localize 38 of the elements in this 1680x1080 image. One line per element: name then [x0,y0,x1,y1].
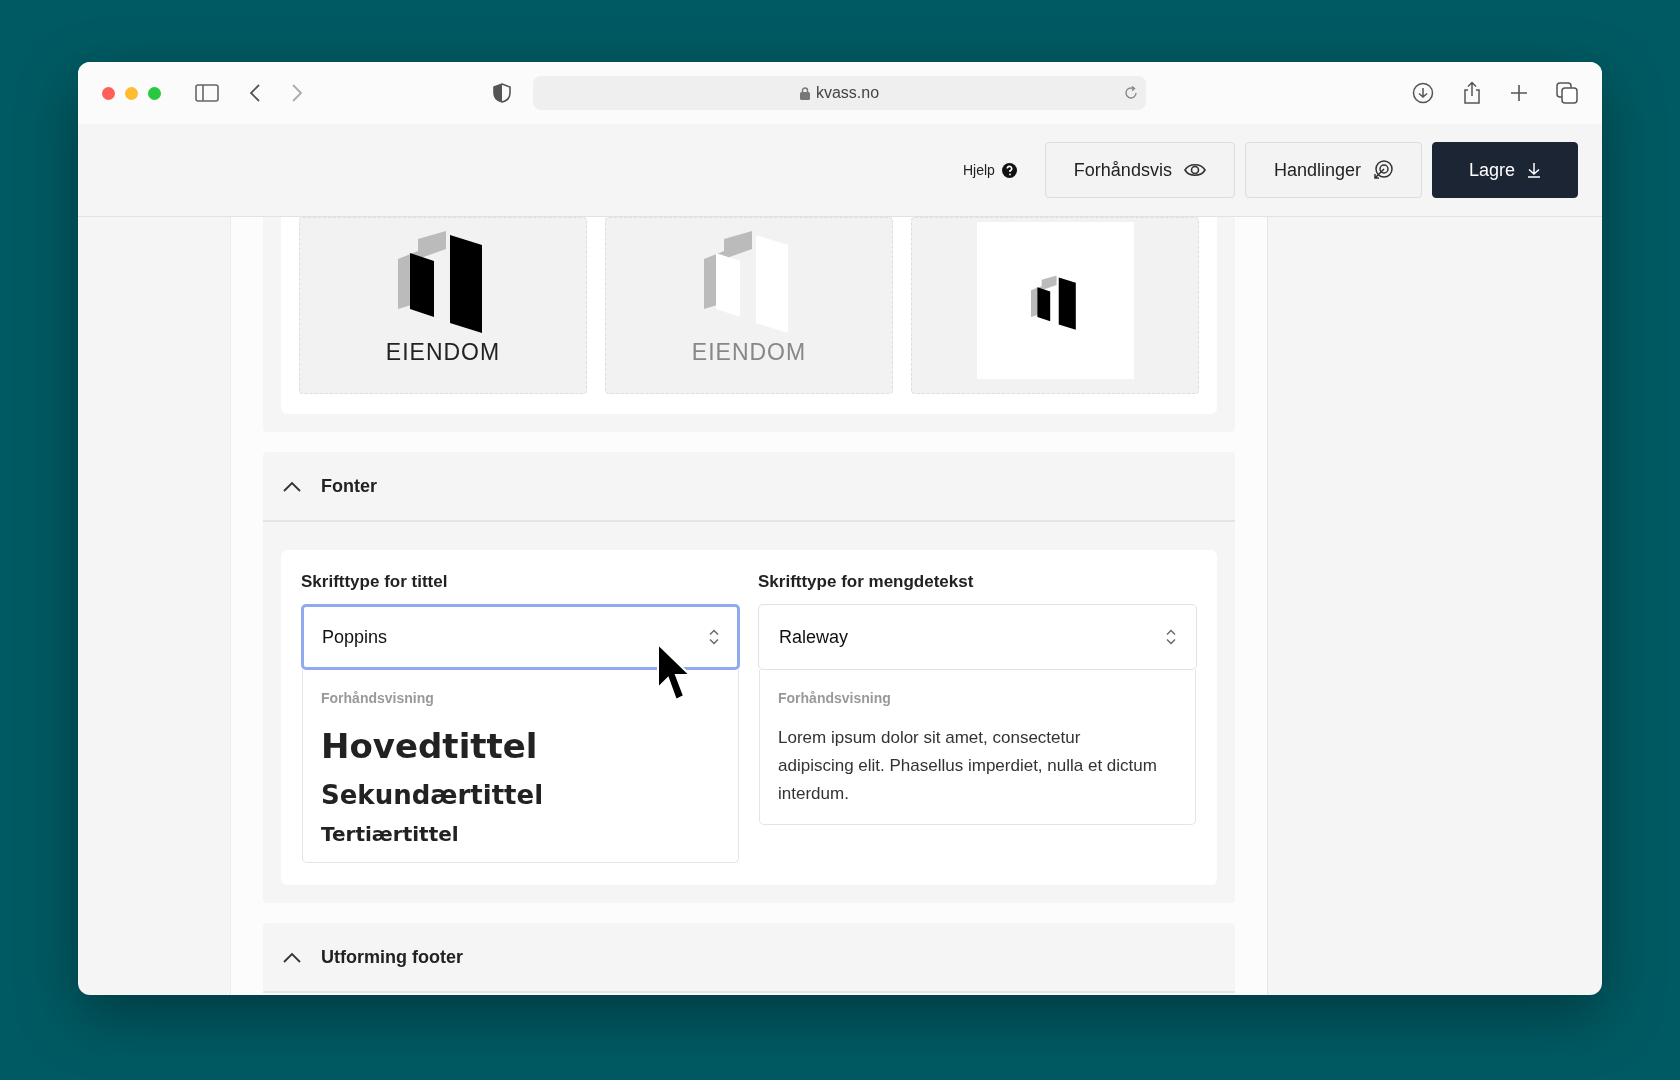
save-button[interactable]: Lagre [1431,142,1578,198]
logo-drawing: EIENDOM [691,225,807,366]
lock-icon [799,86,810,100]
close-window-button[interactable] [102,86,115,100]
sidebar-icon[interactable] [195,84,219,102]
preview-button[interactable]: Forhåndsvis [1044,142,1235,198]
body-sample: Lorem ipsum dolor sit amet, consectetur adipiscing elit. Phasellus imperdiet, nulla et dictum interdum. [778,727,1158,805]
reload-icon[interactable] [1124,86,1138,100]
help-icon [1001,162,1017,178]
section-header[interactable]: Fonter [263,452,1235,522]
field-label: Skrifttype for tittel [301,572,449,592]
url-text: kvass.no [815,84,880,102]
sort-caret-icon [709,629,719,645]
shield-icon[interactable] [493,83,511,103]
download-arrow-icon [1527,162,1541,178]
logo-tile[interactable]: EIENDOM [299,217,587,394]
actions-button[interactable]: Handlinger [1244,142,1422,198]
heading-sample: Sekundærtittel [321,780,545,810]
sort-caret-icon [1166,629,1176,645]
logo-tile[interactable] [911,217,1199,394]
heading-sample: Tertiærtittel [321,822,460,846]
preview-label: Forhåndsvisning [778,690,892,706]
share-icon[interactable] [1462,81,1482,105]
back-icon[interactable] [249,84,261,102]
eye-icon [1183,162,1206,178]
download-icon[interactable] [1412,82,1434,104]
tabs-icon[interactable] [1556,82,1578,104]
heading-sample: Hovedtittel [321,725,539,768]
logo-drawing: EIENDOM [385,225,501,366]
plus-icon[interactable] [1510,84,1528,102]
address-bar[interactable]: kvass.no [533,76,1146,110]
section-header[interactable]: Utforming footer [263,923,1235,993]
help-link[interactable]: Hjelp [962,162,1017,178]
font-select[interactable]: Raleway [758,604,1197,670]
target-icon [1372,160,1393,180]
preview-label: Forhåndsvisning [321,690,435,706]
font-select[interactable]: Poppins [301,604,740,670]
field-label: Skrifttype for mengdetekst [758,572,975,592]
